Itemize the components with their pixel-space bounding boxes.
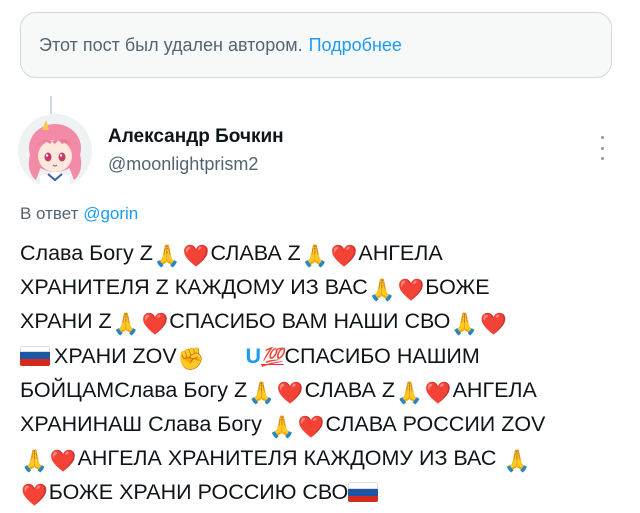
praying-hands-emoji: 🙏 — [21, 449, 48, 474]
red-heart-emoji: ❤️ — [480, 312, 507, 337]
red-heart-emoji: ❤️ — [330, 244, 358, 268]
praying-hands-emoji: 🙏 — [301, 244, 329, 268]
praying-hands-emoji: 🙏 — [396, 380, 423, 405]
russian-flag-emoji — [20, 345, 50, 366]
red-heart-emoji: ❤️ — [397, 278, 425, 303]
tweet-text: Слава Богу Z🙏❤️СЛАВА Z🙏❤️АНГЕЛА ХРАНИТЕЛ… — [20, 236, 625, 510]
tweet-line-3: ХРАНИ Z🙏❤️СПАСИБО ВАМ НАШИ СВО🙏❤️ — [20, 304, 625, 338]
tweet-segment: ХРАНИ Z — [20, 309, 112, 334]
tweet-line-1: Слава Богу Z🙏❤️СЛАВА Z🙏❤️АНГЕЛА — [20, 236, 625, 270]
thread-connector-line — [50, 96, 52, 114]
red-heart-emoji: ❤️ — [49, 449, 77, 474]
reply-to-line: В ответ @gorin — [20, 204, 138, 224]
red-heart-emoji: ❤️ — [182, 244, 210, 268]
tweet-line-4: ХРАНИ ZOV✊ U💯СПАСИБО НАШИМ — [20, 339, 625, 373]
more-icon[interactable] — [596, 136, 608, 160]
praying-hands-emoji: 🙏 — [153, 244, 181, 268]
avatar[interactable] — [18, 114, 92, 188]
author-name[interactable]: Александр Бочкин — [108, 126, 284, 148]
tweet-line-7: 🙏❤️АНГЕЛА ХРАНИТЕЛЯ КАЖДОМУ ИЗ ВАС 🙏 — [20, 441, 625, 475]
reply-prefix: В ответ — [20, 204, 79, 223]
tweet-segment: БОЖЕ ХРАНИ РОССИЮ СВО — [48, 480, 349, 505]
tweet-line-6: ХРАНИНАШ Слава Богу 🙏❤️СЛАВА РОССИИ ZOV — [20, 407, 625, 441]
tweet-segment: БОЙЦАМСлава Богу Z — [20, 377, 248, 402]
deleted-notice-text: Этот пост был удален автором. — [39, 34, 303, 55]
red-heart-emoji: ❤️ — [297, 414, 325, 439]
tweet-segment: Слава Богу Z — [20, 241, 153, 265]
learn-more-link[interactable]: Подробнее — [309, 35, 402, 56]
red-heart-emoji: ❤️ — [424, 380, 452, 405]
raised-fist-emoji: ✊ — [177, 346, 205, 371]
tweet-segment: БОЖЕ — [425, 275, 490, 300]
praying-hands-emoji: 🙏 — [248, 380, 275, 405]
tweet-segment: СЛАВА РОССИИ ZOV — [325, 411, 546, 436]
praying-hands-emoji: 🙏 — [503, 449, 531, 474]
author-handle[interactable]: @moonlightprism2 — [108, 154, 258, 175]
russian-flag-emoji — [348, 482, 379, 503]
tweet-segment: АНГЕЛА ХРАНИТЕЛЯ КАЖДОМУ ИЗ ВАС — [77, 446, 497, 471]
red-heart-emoji: ❤️ — [276, 380, 304, 405]
deleted-post-notice: Этот пост был удален автором. Подробнее — [20, 12, 612, 78]
tweet-segment: СЛАВА Z — [210, 241, 301, 265]
tweet-line-8: ❤️БОЖЕ ХРАНИ РОССИЮ СВО — [20, 475, 625, 509]
praying-hands-emoji: 🙏 — [112, 312, 140, 337]
reply-mention-link[interactable]: @gorin — [83, 204, 138, 223]
praying-hands-emoji: 🙏 — [451, 312, 479, 337]
red-heart-emoji: ❤️ — [141, 312, 169, 337]
tweet-segment: АНГЕЛА — [452, 377, 537, 402]
praying-hands-emoji: 🙏 — [268, 414, 296, 439]
tweet-line-5: БОЙЦАМСлава Богу Z🙏❤️СЛАВА Z🙏❤️АНГЕЛА — [20, 373, 625, 407]
tweet-segment: ХРАНИНАШ Слава Богу — [20, 411, 262, 436]
red-heart-emoji: ❤️ — [21, 483, 48, 508]
praying-hands-emoji: 🙏 — [368, 278, 396, 303]
tweet-segment: СПАСИБО НАШИМ — [284, 343, 480, 368]
tweet-segment: U — [245, 343, 262, 368]
tweet-segment: АНГЕЛА — [358, 241, 443, 265]
tweet-segment: СЛАВА Z — [304, 377, 396, 402]
tweet-segment: ХРАНИ ZOV — [54, 343, 177, 368]
tweet-segment: ХРАНИТЕЛЯ Z КАЖДОМУ ИЗ ВАС — [20, 275, 368, 300]
hundred-points-emoji: 💯 — [261, 346, 284, 367]
tweet-line-2: ХРАНИТЕЛЯ Z КАЖДОМУ ИЗ ВАС🙏❤️БОЖЕ — [20, 270, 625, 304]
tweet-segment: СПАСИБО ВАМ НАШИ СВО — [169, 309, 451, 334]
